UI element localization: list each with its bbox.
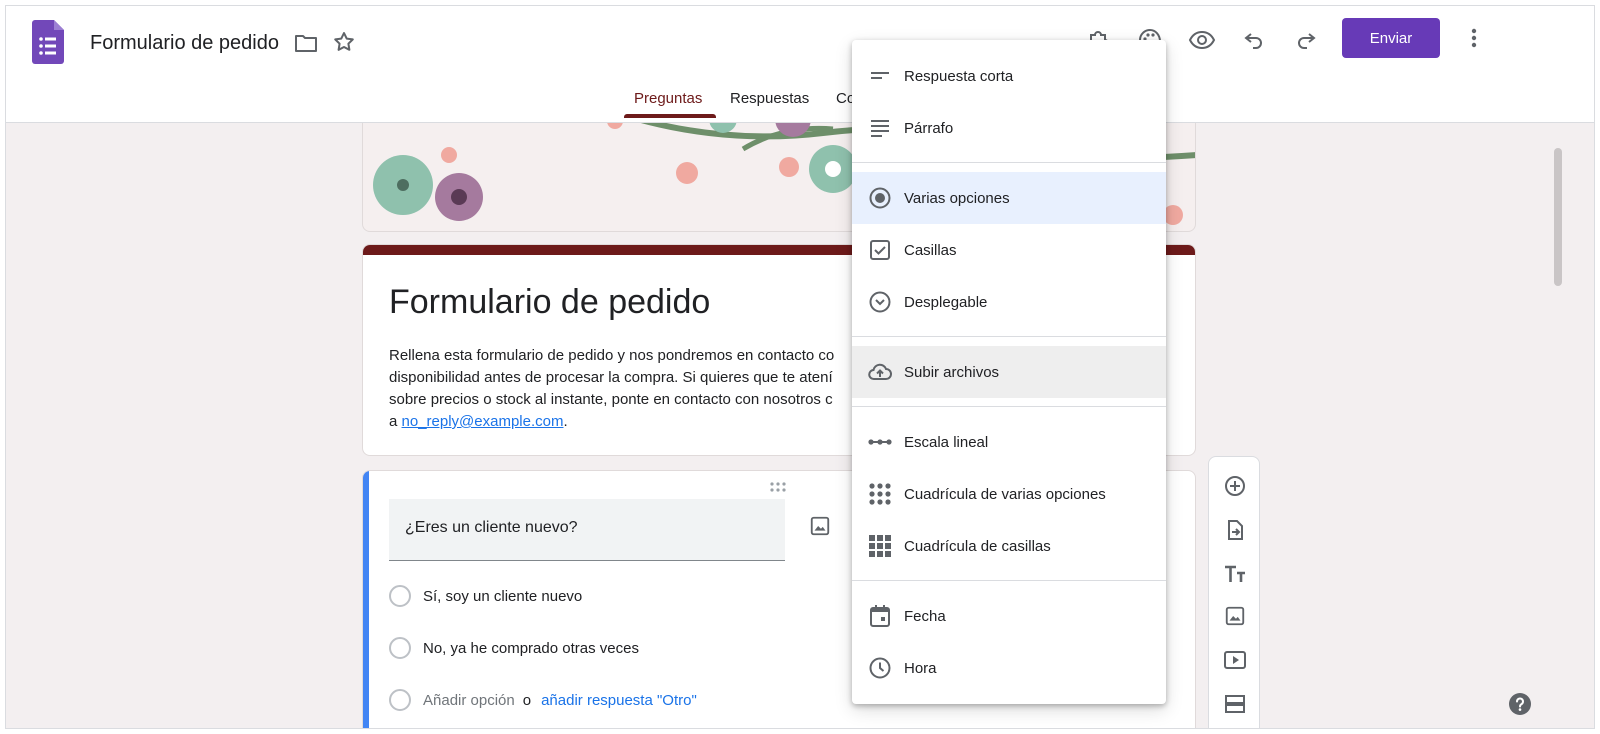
description-prefix: a [389, 413, 402, 430]
add-other-link[interactable]: añadir respuesta "Otro" [541, 692, 697, 709]
menu-item-paragraph[interactable]: Párrafo [852, 102, 1166, 154]
menu-item-label: Escala lineal [904, 433, 989, 451]
redo-icon[interactable] [1292, 26, 1320, 54]
tab-respuestas[interactable]: Respuestas [730, 90, 809, 123]
short-answer-icon [868, 64, 892, 88]
send-button[interactable]: Enviar [1342, 18, 1440, 58]
add-video-icon[interactable] [1222, 647, 1248, 673]
menu-item-label: Subir archivos [904, 363, 1000, 381]
menu-item-short-answer[interactable]: Respuesta corta [852, 50, 1166, 102]
checkbox-icon [868, 238, 892, 262]
folder-icon[interactable] [294, 32, 318, 59]
clock-icon [868, 656, 892, 680]
menu-item-dropdown[interactable]: Desplegable [852, 276, 1166, 328]
radio-icon [868, 186, 892, 210]
menu-item-checkboxes[interactable]: Casillas [852, 224, 1166, 276]
menu-item-label: Respuesta corta [904, 67, 1014, 85]
add-section-icon[interactable] [1222, 691, 1248, 717]
option-label[interactable]: No, ya he comprado otras veces [423, 640, 639, 657]
menu-divider [852, 580, 1166, 581]
document-title[interactable]: Formulario de pedido [90, 32, 279, 55]
add-image-icon[interactable] [809, 515, 831, 542]
menu-divider [852, 162, 1166, 163]
forms-logo-icon[interactable] [32, 20, 64, 64]
active-tab-indicator [624, 114, 716, 118]
star-icon[interactable] [332, 30, 356, 59]
grid-squares-icon [868, 534, 892, 558]
tab-preguntas[interactable]: Preguntas [634, 90, 702, 123]
add-title-icon[interactable] [1222, 561, 1248, 587]
menu-item-multiple-choice-grid[interactable]: Cuadrícula de varias opciones [852, 468, 1166, 520]
menu-item-time[interactable]: Hora [852, 642, 1166, 694]
radio-icon [389, 585, 411, 607]
import-questions-icon[interactable] [1222, 517, 1248, 543]
menu-item-label: Cuadrícula de casillas [904, 537, 1051, 555]
radio-icon [389, 689, 411, 711]
menu-item-label: Fecha [904, 607, 946, 625]
drag-handle-icon[interactable] [769, 479, 787, 497]
add-option-link[interactable]: Añadir opción [423, 692, 515, 709]
tab-bar: Preguntas Respuestas Co [6, 90, 1594, 123]
dropdown-icon [868, 290, 892, 314]
undo-icon[interactable] [1240, 26, 1268, 54]
or-label: o [522, 691, 532, 709]
scrollbar-thumb[interactable] [1554, 148, 1562, 286]
menu-item-linear-scale[interactable]: Escala lineal [852, 416, 1166, 468]
menu-item-checkbox-grid[interactable]: Cuadrícula de casillas [852, 520, 1166, 572]
preview-eye-icon[interactable] [1188, 26, 1216, 54]
menu-item-label: Cuadrícula de varias opciones [904, 485, 1106, 503]
question-title-input[interactable]: ¿Eres un cliente nuevo? [389, 499, 785, 561]
add-image-icon[interactable] [1222, 603, 1248, 629]
menu-item-label: Varias opciones [904, 189, 1010, 207]
option-item[interactable]: Sí, soy un cliente nuevo [389, 585, 582, 607]
browser-frame: Formulario de pedido Rellena esta formul… [5, 5, 1595, 729]
paragraph-icon [868, 116, 892, 140]
email-link[interactable]: no_reply@example.com [402, 413, 564, 430]
side-toolbar [1208, 456, 1260, 728]
add-option-row: Añadir opción o añadir respuesta "Otro" [389, 689, 697, 711]
app-header: Formulario de pedido Enviar Preguntas Re… [6, 6, 1594, 123]
menu-item-date[interactable]: Fecha [852, 590, 1166, 642]
menu-item-label: Hora [904, 659, 937, 677]
cloud-upload-icon [868, 360, 892, 384]
calendar-icon [868, 604, 892, 628]
more-options-icon[interactable] [1464, 26, 1484, 55]
form-title[interactable]: Formulario de pedido [389, 283, 710, 322]
active-question-indicator [363, 471, 369, 728]
menu-item-multiple-choice[interactable]: Varias opciones [852, 172, 1166, 224]
grid-dots-icon [868, 482, 892, 506]
menu-divider [852, 336, 1166, 337]
menu-item-label: Casillas [904, 241, 957, 259]
menu-item-label: Desplegable [904, 293, 988, 311]
menu-item-file-upload[interactable]: Subir archivos [852, 346, 1166, 398]
radio-icon [389, 637, 411, 659]
option-item[interactable]: No, ya he comprado otras veces [389, 637, 639, 659]
question-type-menu: Respuesta corta Párrafo Varias opciones … [852, 40, 1166, 704]
option-label[interactable]: Sí, soy un cliente nuevo [423, 588, 582, 605]
add-question-icon[interactable] [1222, 473, 1248, 499]
menu-divider [852, 406, 1166, 407]
linear-scale-icon [868, 430, 892, 454]
help-icon[interactable] [1508, 692, 1532, 721]
menu-item-label: Párrafo [904, 119, 954, 137]
description-suffix: . [563, 413, 568, 430]
